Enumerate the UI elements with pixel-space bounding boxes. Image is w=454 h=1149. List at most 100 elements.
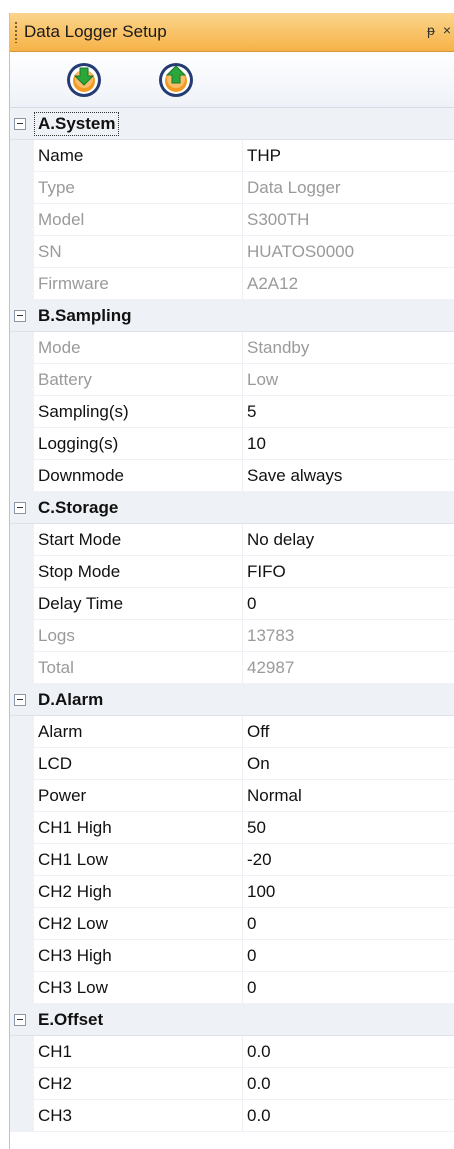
row-gutter [10,780,34,811]
property-value[interactable]: 0 [243,978,454,998]
row-gutter [10,588,34,619]
property-name: Model [34,204,243,235]
category-c-storage[interactable]: C.Storage [10,492,454,524]
property-row[interactable]: CH2 Low 0 [10,908,454,940]
property-row[interactable]: CH1 0.0 [10,1036,454,1068]
property-row[interactable]: Type Data Logger [10,172,454,204]
property-value[interactable]: No delay [243,530,454,550]
property-row[interactable]: CH1 High 50 [10,812,454,844]
property-row[interactable]: Power Normal [10,780,454,812]
row-gutter [10,460,34,491]
category-label: C.Storage [38,497,119,517]
download-icon [67,62,101,97]
property-row[interactable]: LCD On [10,748,454,780]
property-row[interactable]: CH3 0.0 [10,1100,454,1132]
property-name: LCD [34,748,243,779]
property-row[interactable]: Start Mode No delay [10,524,454,556]
drag-grip[interactable] [14,21,18,43]
property-row[interactable]: Total 42987 [10,652,454,684]
property-row[interactable]: CH1 Low -20 [10,844,454,876]
property-name: Start Mode [34,524,243,555]
collapse-toggle-icon[interactable] [14,309,26,322]
property-name: Sampling(s) [34,396,243,427]
row-gutter [10,268,34,299]
property-name: CH3 High [34,940,243,971]
row-gutter [10,236,34,267]
property-value[interactable]: On [243,754,454,774]
property-value[interactable]: 50 [243,818,454,838]
property-row[interactable]: Logs 13783 [10,620,454,652]
property-row[interactable]: Battery Low [10,364,454,396]
row-gutter [10,396,34,427]
property-value[interactable]: 5 [243,402,454,422]
property-name: Type [34,172,243,203]
property-row[interactable]: Logging(s) 10 [10,428,454,460]
property-row[interactable]: Alarm Off [10,716,454,748]
download-button[interactable] [64,60,104,100]
property-name: Logging(s) [34,428,243,459]
property-row[interactable]: SN HUATOS0000 [10,236,454,268]
property-value[interactable]: FIFO [243,562,454,582]
property-name: Mode [34,332,243,363]
property-row[interactable]: Name THP [10,140,454,172]
property-value[interactable]: -20 [243,850,454,870]
property-name: Total [34,652,243,683]
property-row[interactable]: Mode Standby [10,332,454,364]
property-value[interactable]: 0 [243,594,454,614]
property-name: Alarm [34,716,243,747]
category-label: D.Alarm [38,689,104,709]
property-row[interactable]: Downmode Save always [10,460,454,492]
property-row[interactable]: Sampling(s) 5 [10,396,454,428]
property-value: 42987 [247,657,295,677]
category-e-offset[interactable]: E.Offset [10,1004,454,1036]
upload-icon [159,62,193,97]
property-row[interactable]: CH2 0.0 [10,1068,454,1100]
category-b-sampling[interactable]: B.Sampling [10,300,454,332]
property-value[interactable]: 0 [243,946,454,966]
panel-titlebar: Data Logger Setup ᵽ × [10,13,454,52]
collapse-toggle-icon[interactable] [14,693,26,706]
property-row[interactable]: Stop Mode FIFO [10,556,454,588]
property-name: Power [34,780,243,811]
collapse-toggle-icon[interactable] [14,501,26,514]
row-gutter [10,172,34,203]
property-value: A2A12 [247,273,299,293]
property-value[interactable]: 0.0 [243,1042,454,1062]
property-value[interactable]: Save always [243,466,454,486]
collapse-toggle-icon[interactable] [14,1013,26,1026]
property-value: Standby [247,337,310,357]
property-row[interactable]: CH3 Low 0 [10,972,454,1004]
property-name: CH2 High [34,876,243,907]
property-value[interactable]: THP [243,146,454,166]
property-name: Stop Mode [34,556,243,587]
category-d-alarm[interactable]: D.Alarm [10,684,454,716]
property-row[interactable]: CH2 High 100 [10,876,454,908]
property-row[interactable]: Firmware A2A12 [10,268,454,300]
property-value[interactable]: Normal [243,786,454,806]
property-grid: A.System Name THP Type Data Logger Model S300T… [10,108,454,1132]
category-label: A.System [34,111,120,136]
property-row[interactable]: Model S300TH [10,204,454,236]
property-value[interactable]: 0 [243,914,454,934]
property-name: CH1 [34,1036,243,1067]
row-gutter [10,972,34,1003]
pin-icon[interactable]: ᵽ [427,21,435,39]
property-row[interactable]: Delay Time 0 [10,588,454,620]
row-gutter [10,1100,34,1131]
row-gutter [10,652,34,683]
property-value[interactable]: 0.0 [243,1106,454,1126]
collapse-toggle-icon[interactable] [14,117,26,130]
row-gutter [10,844,34,875]
toolbar [10,52,454,108]
property-name: CH1 High [34,812,243,843]
property-value[interactable]: 10 [243,434,454,454]
category-a-system[interactable]: A.System [10,108,454,140]
property-value[interactable]: Off [243,722,454,742]
property-value: Low [247,369,279,389]
close-icon[interactable]: × [443,21,451,39]
property-row[interactable]: CH3 High 0 [10,940,454,972]
property-value[interactable]: 0.0 [243,1074,454,1094]
upload-button[interactable] [156,60,196,100]
panel-title: Data Logger Setup [24,22,167,41]
property-value[interactable]: 100 [243,882,454,902]
